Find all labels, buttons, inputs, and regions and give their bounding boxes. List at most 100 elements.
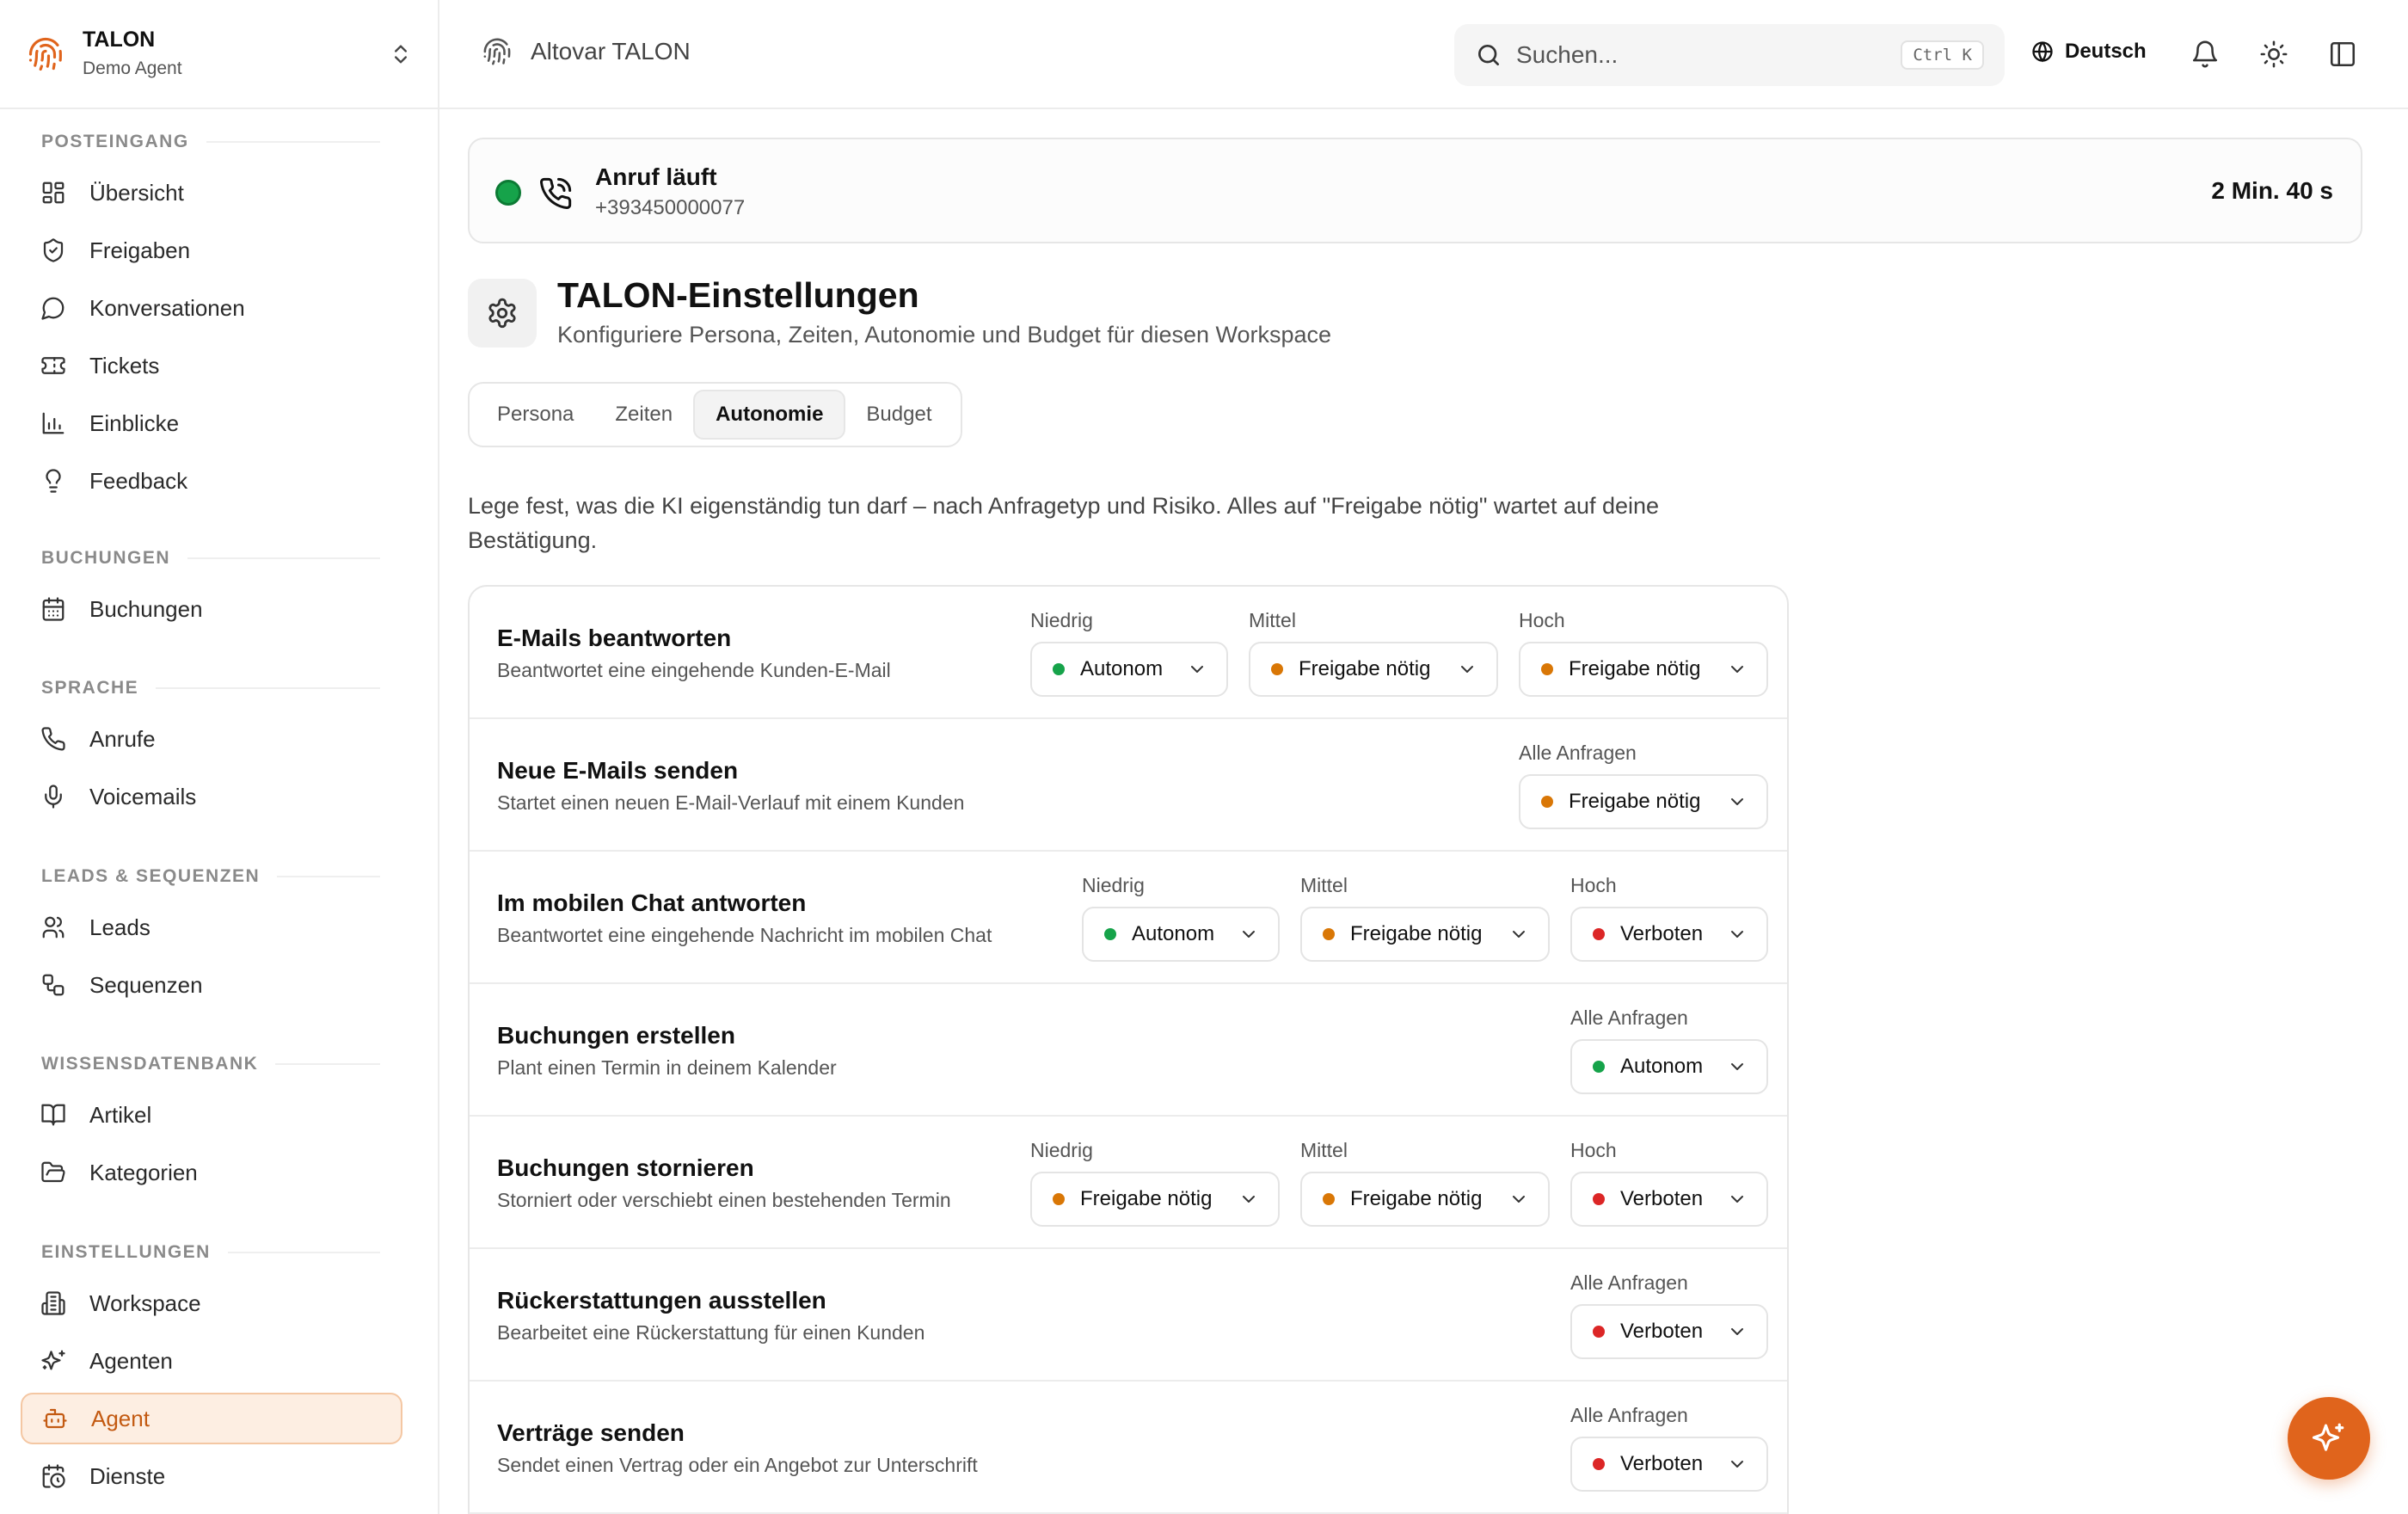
action-title: Buchungen erstellen [497,1022,735,1049]
chevron-down-icon [1731,1196,1743,1203]
search-icon [1478,45,1499,65]
risk-level-label-high: Hoch [1570,874,1617,896]
status-dot [1323,928,1335,940]
autonomy-select-mid[interactable]: Freigabe nötig [1300,1172,1550,1227]
autonomy-select-value: Freigabe nötig [1569,790,1701,813]
fingerprint-icon [483,38,511,65]
autonomy-select-high[interactable]: Verboten [1570,907,1768,962]
language-selector[interactable]: Deutsch [2030,40,2147,64]
sidebar-item-label: Freigaben [89,237,191,263]
sidebar-item-feedback[interactable]: Feedback [21,455,402,507]
action-title: Im mobilen Chat antworten [497,889,807,916]
status-dot [1541,796,1553,808]
sun-icon[interactable] [2259,40,2288,69]
autonomy-select-value: Verboten [1620,922,1704,945]
nav-section-title: EINSTELLUNGEN [41,1242,211,1262]
bell-icon[interactable] [2190,40,2220,69]
page-title: TALON-Einstellungen [557,275,919,315]
nav-section-sprache: SPRACHE [41,675,380,701]
sparkles-icon [2312,1423,2344,1451]
globe-icon [2032,41,2053,63]
risk-level-label-high: Hoch [1570,1139,1617,1161]
sidebar-item-agent[interactable]: Agent [21,1393,402,1444]
sidebar-item-workspace[interactable]: Workspace [21,1277,402,1329]
sidebar-item-konversationen[interactable]: Konversationen [21,282,402,334]
nav-section-divider [156,687,380,689]
sidebar-item-buchungen[interactable]: Buchungen [21,583,402,635]
sidebar-item-label: Konversationen [89,294,245,321]
autonomy-select-value: Freigabe nötig [1350,1187,1483,1210]
sidebar-item-uebersicht[interactable]: Übersicht [21,167,402,218]
status-dot [1053,1193,1065,1205]
panel-toggle-icon[interactable] [2328,40,2357,69]
autonomy-select-low[interactable]: Freigabe nötig [1030,1172,1280,1227]
autonomy-select-high[interactable]: Verboten [1570,1172,1768,1227]
action-description: Sendet einen Vertrag oder ein Angebot zu… [497,1454,978,1476]
bar-chart-icon [40,409,67,437]
chevron-down-icon [1731,798,1743,805]
tab-zeiten[interactable]: Zeiten [594,390,693,440]
calendar-clock-icon [40,1462,67,1490]
autonomy-select-mid[interactable]: Freigabe nötig [1300,907,1550,962]
status-dot [1053,663,1065,675]
autonomy-select-value: Verboten [1620,1320,1704,1343]
sidebar: TALON Demo Agent POSTEINGANG Übersicht Fre… [0,0,439,1514]
sidebar-item-freigaben[interactable]: Freigaben [21,225,402,276]
nav-section-title: LEADS & SEQUENZEN [41,866,261,886]
call-title: Anruf läuft [595,163,717,190]
autonomy-select-value: Freigabe nötig [1569,657,1701,680]
action-description: Bearbeitet eine Rückerstattung für einen… [497,1321,925,1344]
autonomy-row-rueckerstattungen-ausstellen: Rückerstattungen ausstellen Bearbeitet ei… [470,1249,1787,1382]
sidebar-item-einblicke[interactable]: Einblicke [21,397,402,449]
sidebar-item-voicemails[interactable]: Voicemails [21,771,402,822]
action-title: Neue E-Mails senden [497,757,739,784]
action-description: Startet einen neuen E-Mail-Verlauf mit e… [497,791,965,814]
chevron-down-icon [1731,1461,1743,1468]
autonomy-select-all[interactable]: Autonom [1570,1039,1768,1094]
sidebar-item-label: Feedback [89,467,188,494]
search-input[interactable]: Suchen... Ctrl K [1454,24,2005,86]
fingerprint-logo-icon [28,37,62,71]
building-icon [40,1289,67,1317]
tab-persona[interactable]: Persona [476,390,594,440]
tab-autonomie[interactable]: Autonomie [693,390,846,440]
sidebar-item-artikel[interactable]: Artikel [21,1089,402,1141]
status-dot [1104,928,1116,940]
tab-budget[interactable]: Budget [845,390,952,440]
autonomy-select-value: Freigabe nötig [1350,922,1483,945]
sidebar-item-anrufe[interactable]: Anrufe [21,713,402,765]
workspace-switcher[interactable]: TALON Demo Agent [0,0,438,109]
nav-section-divider [187,557,380,559]
autonomy-select-all[interactable]: Verboten [1570,1304,1768,1359]
app-title: Altovar TALON [482,37,691,66]
sidebar-item-agenten[interactable]: Agenten [21,1335,402,1387]
autonomy-select-all[interactable]: Verboten [1570,1437,1768,1492]
status-dot [1323,1193,1335,1205]
language-label: Deutsch [2065,40,2147,63]
sidebar-item-tickets[interactable]: Tickets [21,340,402,391]
brand-name: TALON [83,28,156,52]
nav-section-posteingang: POSTEINGANG [41,129,380,155]
ai-assistant-button[interactable] [2288,1397,2370,1480]
autonomy-select-low[interactable]: Autonom [1082,907,1280,962]
action-title: Buchungen stornieren [497,1154,754,1181]
calendar-icon [40,595,67,623]
autonomy-select-value: Autonom [1620,1055,1704,1078]
sidebar-item-sequenzen[interactable]: Sequenzen [21,959,402,1011]
sidebar-item-label: Workspace [89,1289,201,1316]
risk-level-label-mid: Mittel [1300,874,1348,896]
autonomy-select-all[interactable]: Freigabe nötig [1519,774,1768,829]
autonomy-select-high[interactable]: Freigabe nötig [1519,642,1768,697]
status-dot [1593,1193,1605,1205]
risk-level-label-all: Alle Anfragen [1519,742,1637,764]
autonomy-select-mid[interactable]: Freigabe nötig [1249,642,1498,697]
autonomy-select-value: Autonom [1080,657,1164,680]
risk-level-label-all: Alle Anfragen [1570,1271,1688,1294]
autonomy-select-value: Verboten [1620,1187,1704,1210]
sidebar-item-dienste[interactable]: Dienste [21,1450,402,1502]
active-call-banner[interactable]: Anruf läuft +393450000077 2 Min. 40 s [468,138,2362,243]
sidebar-item-kategorien[interactable]: Kategorien [21,1147,402,1198]
autonomy-row-vertraege-senden: Verträge senden Sendet einen Vertrag oder… [470,1382,1787,1514]
sidebar-item-leads[interactable]: Leads [21,902,402,953]
autonomy-select-low[interactable]: Autonom [1030,642,1228,697]
